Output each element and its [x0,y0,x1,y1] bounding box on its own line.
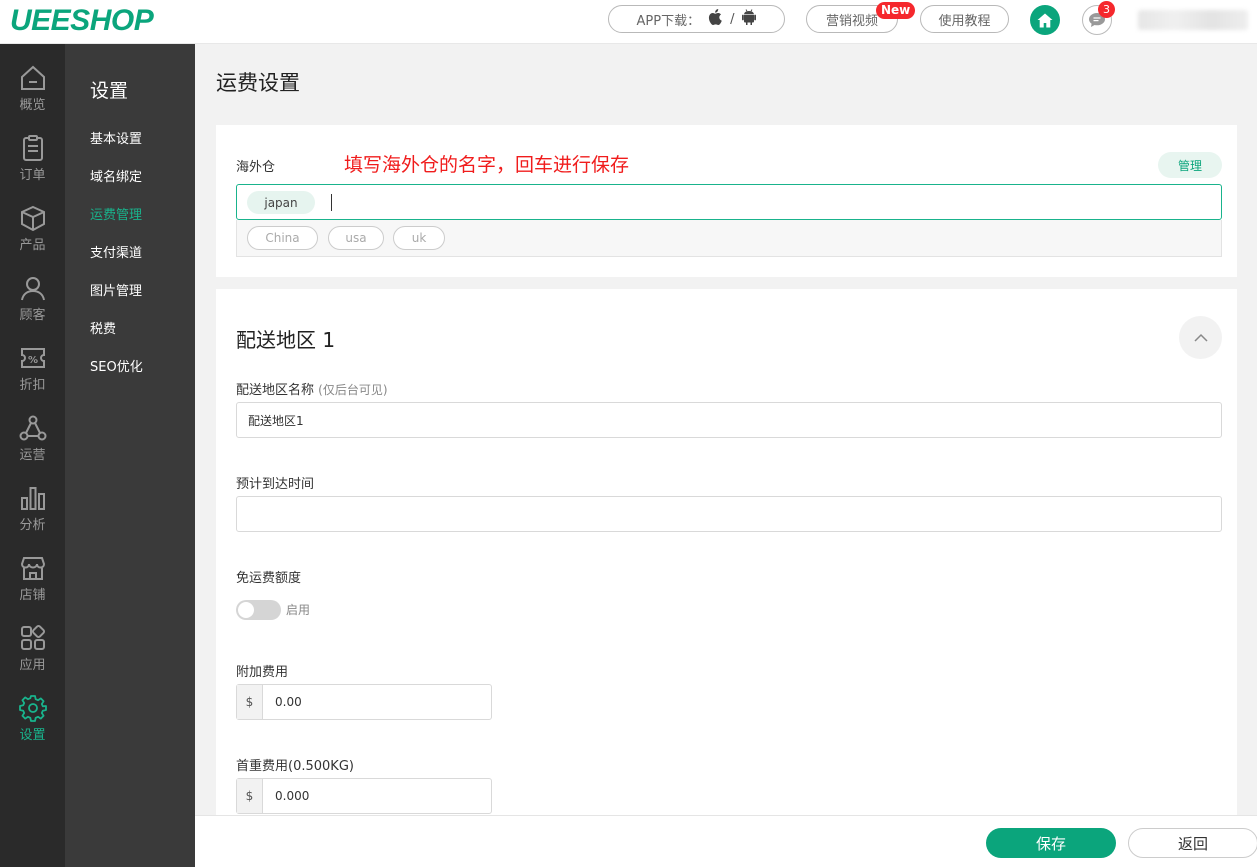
currency-prefix: $ [237,685,263,719]
bar-chart-icon [20,487,45,510]
nav-item-apps[interactable]: 应用 [0,624,65,694]
user-account-blurred[interactable] [1138,10,1248,30]
back-button[interactable]: 返回 [1128,828,1257,858]
nav-label: 店铺 [19,588,46,603]
page-title: 运费设置 [216,71,300,95]
subnav-item-images[interactable]: 图片管理 [90,280,142,299]
toggle-knob [238,602,254,618]
app-download-label: APP下载： [636,13,701,29]
first-weight-input[interactable]: $ 0.000 [236,778,492,814]
apple-icon[interactable] [708,9,722,29]
svg-text:%: % [27,355,37,366]
main-nav: 概览 订单 产品 顾客 % 折扣 运营 分析 店铺 应用 设置 [0,44,65,867]
nav-label: 分析 [19,518,46,533]
nav-label: 设置 [19,728,46,743]
network-icon [19,415,46,441]
nav-label: 顾客 [19,308,46,323]
subnav-title: 设置 [90,80,129,102]
app-download-button[interactable]: APP下载： / [608,5,785,33]
home-button[interactable] [1030,5,1060,35]
eta-input[interactable] [236,496,1222,532]
suggestion-tag[interactable]: usa [328,226,384,250]
warehouse-label: 海外仓 [236,160,276,175]
home-outline-icon [20,65,45,90]
first-weight-value: 0.000 [275,789,310,803]
subnav-item-shipping[interactable]: 运费管理 [90,204,142,223]
separator: / [730,11,735,27]
free-shipping-toggle[interactable] [236,600,281,620]
nav-item-customers[interactable]: 顾客 [0,274,65,344]
delivery-zone-card: 配送地区 1 配送地区名称 (仅后台可见) 配送地区1 预计到达时间 免运费额度… [216,289,1237,815]
chevron-up-icon [1193,333,1208,342]
nav-item-products[interactable]: 产品 [0,204,65,274]
first-weight-label: 首重费用(0.500KG) [236,759,354,774]
new-badge: New [876,2,916,19]
collapse-button[interactable] [1179,316,1222,359]
subnav-item-tax[interactable]: 税费 [90,318,116,337]
home-icon [1037,13,1053,27]
nav-label: 应用 [19,658,46,673]
nav-label: 概览 [19,98,46,113]
box-icon [20,205,45,232]
free-shipping-label: 免运费额度 [236,571,302,586]
discount-ticket-icon: % [20,348,45,368]
subnav-item-basic[interactable]: 基本设置 [90,128,142,147]
nav-item-settings[interactable]: 设置 [0,694,65,764]
nav-item-operations[interactable]: 运营 [0,414,65,484]
logo[interactable]: UEESHOP [10,4,154,38]
warehouse-suggestions: China usa uk [236,220,1222,257]
nav-item-orders[interactable]: 订单 [0,134,65,204]
text-caret [331,194,332,211]
message-count-badge: 3 [1098,1,1115,18]
warehouse-card: 海外仓 填写海外仓的名字，回车进行保存 管理 japan China usa u… [216,125,1237,277]
zone-title: 配送地区 1 [236,328,336,352]
save-button[interactable]: 保存 [986,828,1116,858]
store-icon [20,557,45,580]
subnav-item-payment[interactable]: 支付渠道 [90,242,142,261]
zone-name-input[interactable]: 配送地区1 [236,402,1222,438]
eta-label: 预计到达时间 [236,477,315,492]
zone-name-label-text: 配送地区名称 [236,383,315,398]
nav-label: 运营 [19,448,46,463]
nav-item-analytics[interactable]: 分析 [0,484,65,554]
action-bar: 保存 返回 [195,815,1257,867]
zone-name-sublabel: (仅后台可见) [318,383,388,397]
zone-name-label: 配送地区名称 (仅后台可见) [236,379,388,398]
apps-icon [20,624,45,650]
extra-fee-input[interactable]: $ 0.00 [236,684,492,720]
free-shipping-toggle-label: 启用 [286,603,311,617]
nav-item-discounts[interactable]: % 折扣 [0,344,65,414]
subnav-item-domain[interactable]: 域名绑定 [90,166,142,185]
manage-button[interactable]: 管理 [1158,152,1222,178]
warehouse-hint: 填写海外仓的名字，回车进行保存 [344,154,630,176]
extra-fee-value: 0.00 [275,695,302,709]
suggestion-tag[interactable]: China [247,226,318,250]
warehouse-tag-input[interactable]: japan [236,184,1222,220]
settings-subnav: 设置 基本设置 域名绑定 运费管理 支付渠道 图片管理 税费 SEO优化 [65,44,195,867]
nav-label: 产品 [19,238,46,253]
currency-prefix: $ [237,779,263,813]
extra-fee-label: 附加费用 [236,665,289,680]
suggestion-tag[interactable]: uk [393,226,445,250]
main-content: 运费设置 海外仓 填写海外仓的名字，回车进行保存 管理 japan China … [195,44,1257,815]
android-icon[interactable] [742,9,757,29]
nav-item-overview[interactable]: 概览 [0,64,65,134]
nav-item-store[interactable]: 店铺 [0,554,65,624]
clipboard-icon [22,135,43,161]
nav-label: 订单 [19,168,46,183]
nav-label: 折扣 [19,378,46,393]
subnav-item-seo[interactable]: SEO优化 [90,356,143,375]
warehouse-tag[interactable]: japan [247,191,315,214]
tutorial-button[interactable]: 使用教程 [920,5,1009,33]
user-icon [20,277,45,301]
gear-icon [18,695,47,722]
top-bar: UEESHOP APP下载： / 营销视频 New 使用教程 3 [0,0,1257,44]
